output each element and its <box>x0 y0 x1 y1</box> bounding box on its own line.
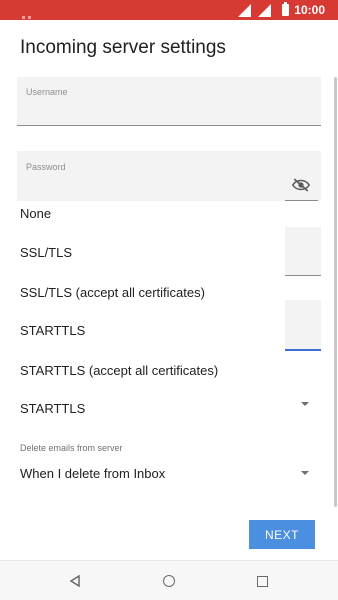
battery-icon <box>282 2 289 16</box>
status-bar: 10:00 <box>0 0 338 20</box>
cell-signal-icon <box>258 4 271 17</box>
security-option-ssl-tls-accept-all[interactable]: SSL/TLS (accept all certificates) <box>20 285 205 300</box>
password-field[interactable]: Password <box>17 151 321 201</box>
next-button[interactable]: NEXT <box>249 520 315 549</box>
page-title: Incoming server settings <box>20 37 226 58</box>
recents-square-icon[interactable] <box>257 576 268 587</box>
delete-emails-select[interactable]: When I delete from Inbox <box>20 466 165 481</box>
app-back-icon <box>20 12 34 19</box>
security-option-starttls[interactable]: STARTTLS <box>20 323 85 338</box>
home-circle-icon[interactable] <box>163 575 175 587</box>
back-triangle-icon[interactable] <box>69 575 81 587</box>
field-behind-popup <box>285 227 321 276</box>
focused-field-behind-popup <box>285 300 321 351</box>
navigation-bar <box>0 560 338 600</box>
password-underline <box>285 200 318 201</box>
security-option-ssl-tls[interactable]: SSL/TLS <box>20 245 72 260</box>
security-option-none[interactable]: None <box>20 206 51 221</box>
password-label: Password <box>26 162 66 172</box>
visibility-off-icon[interactable] <box>292 178 310 192</box>
dropdown-arrow-icon[interactable] <box>301 402 309 406</box>
delete-emails-label: Delete emails from server <box>20 443 123 453</box>
dropdown-arrow-icon[interactable] <box>301 471 309 475</box>
status-time: 10:00 <box>294 3 325 17</box>
username-field[interactable]: Username <box>17 77 321 126</box>
scrollbar[interactable] <box>334 77 337 507</box>
username-label: Username <box>26 87 68 97</box>
security-type-select[interactable]: STARTTLS <box>20 401 85 416</box>
security-option-starttls-accept-all[interactable]: STARTTLS (accept all certificates) <box>20 363 218 378</box>
wifi-icon <box>238 4 251 17</box>
